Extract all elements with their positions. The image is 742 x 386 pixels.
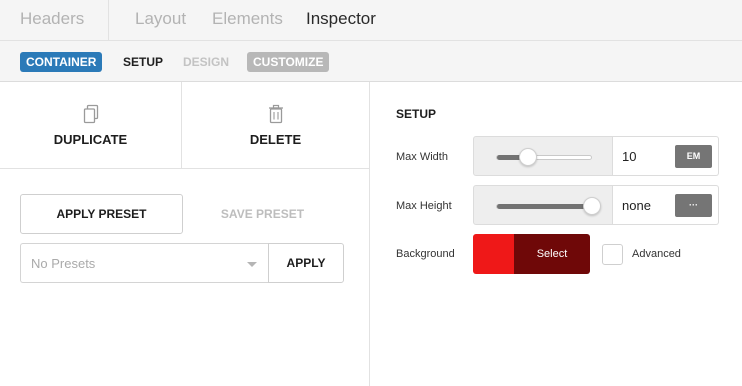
subnav-tab-customize[interactable]: CUSTOMIZE — [247, 52, 330, 72]
copy-icon — [83, 104, 98, 124]
delete-button[interactable]: DELETE — [182, 82, 369, 168]
tab-layout[interactable]: Layout — [135, 0, 186, 40]
delete-label: DELETE — [249, 132, 302, 147]
max-height-slider[interactable] — [473, 185, 613, 225]
chevron-down-icon — [247, 262, 257, 267]
preset-select-placeholder: No Presets — [31, 256, 96, 271]
max-height-field[interactable]: none ··· — [613, 185, 719, 225]
panel-divider — [369, 82, 370, 386]
max-width-label: Max Width — [396, 151, 448, 163]
setup-section-title: SETUP — [396, 107, 437, 121]
max-width-slider-track — [496, 155, 592, 160]
top-navigation: Headers Layout Elements Inspector — [0, 0, 742, 41]
duplicate-button[interactable]: DUPLICATE — [0, 82, 181, 168]
preset-select[interactable]: No Presets — [20, 243, 269, 283]
background-select-button[interactable]: Select — [514, 234, 590, 274]
max-width-slider[interactable] — [473, 136, 613, 176]
save-preset-button[interactable]: SAVE PRESET — [190, 194, 335, 234]
max-width-value: 10 — [622, 149, 637, 164]
max-height-slider-fill — [497, 204, 593, 209]
apply-button[interactable]: APPLY — [268, 243, 344, 283]
advanced-label: Advanced — [632, 248, 681, 260]
background-label: Background — [396, 248, 455, 260]
max-height-options-button[interactable]: ··· — [675, 194, 712, 217]
advanced-checkbox[interactable] — [602, 244, 623, 265]
section-divider — [0, 168, 369, 169]
inspector-subnav: CONTAINER SETUP DESIGN CUSTOMIZE — [0, 41, 742, 82]
subnav-tab-setup[interactable]: SETUP — [123, 52, 163, 72]
max-height-slider-handle[interactable] — [583, 197, 601, 215]
background-color-swatch[interactable] — [473, 234, 514, 274]
trash-icon — [268, 104, 283, 124]
subnav-container-badge[interactable]: CONTAINER — [20, 52, 103, 72]
subnav-tab-design[interactable]: DESIGN — [183, 52, 229, 72]
max-height-slider-track — [496, 204, 593, 209]
max-width-slider-handle[interactable] — [519, 148, 537, 166]
duplicate-label: DUPLICATE — [53, 132, 128, 147]
tab-divider — [108, 0, 109, 41]
tab-elements[interactable]: Elements — [212, 0, 283, 40]
max-width-unit-button[interactable]: EM — [675, 145, 712, 168]
max-height-label: Max Height — [396, 200, 452, 212]
tab-headers[interactable]: Headers — [20, 0, 84, 40]
apply-preset-button[interactable]: APPLY PRESET — [20, 194, 183, 234]
tab-inspector[interactable]: Inspector — [306, 0, 376, 40]
max-height-value: none — [622, 198, 651, 213]
max-width-field[interactable]: 10 EM — [613, 136, 719, 176]
